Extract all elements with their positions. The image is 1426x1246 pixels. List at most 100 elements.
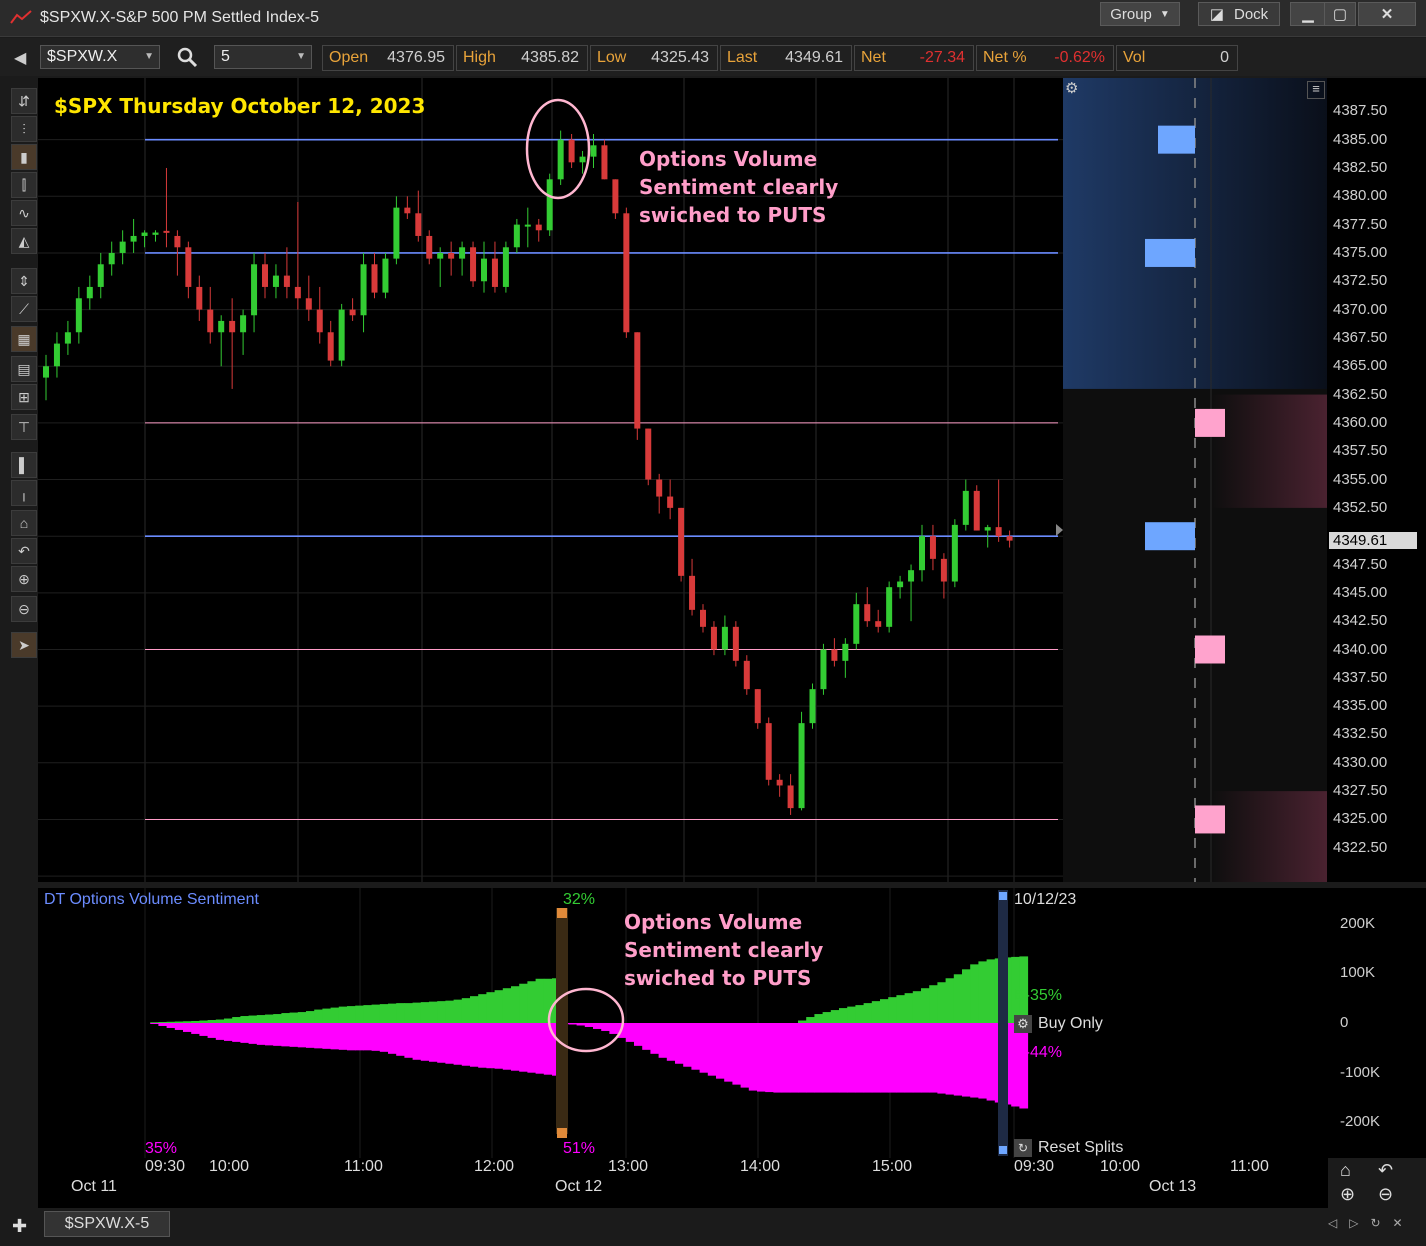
candle-body [776,779,783,786]
buy-bar [322,1008,332,1023]
close-icon[interactable]: ✕ [1358,2,1416,26]
zoom-out-icon[interactable]: ⊖ [1378,1184,1393,1205]
date-tick: Oct 12 [555,1178,603,1195]
chevron-down-icon[interactable]: ▼ [144,46,154,68]
zoom-in-icon[interactable]: ⊕ [1340,1184,1355,1205]
area-chart-icon[interactable]: ◭ [11,228,37,254]
buy-percent: B-35% [1014,987,1063,1004]
sell-bar [929,1023,938,1093]
buy-bar [519,983,528,1023]
sell-bar [765,1023,774,1093]
sell-bar [740,1023,750,1088]
sell-bar [773,1023,783,1093]
price-axis[interactable]: 4387.50 4385.00 4382.50 4380.00 4377.50 4375.… [1327,78,1426,882]
search-icon[interactable] [176,46,200,70]
sell-bar [781,1023,791,1093]
home-icon[interactable]: ⌂ [11,510,37,536]
volume-profile: ⚙ ≡ [1063,78,1327,882]
price-line-icon[interactable]: ⊤ [11,414,37,440]
cursor-crosshair-icon[interactable]: ⇵ [11,88,37,114]
sell-bar [593,1023,602,1029]
dock-button[interactable]: ◪ Dock [1198,2,1280,26]
price-tick: 4357.50 [1333,442,1388,460]
symbol-input[interactable]: $SPXW.X ▼ [40,45,160,69]
gear-icon[interactable]: ⚙ [1065,81,1081,97]
sell-bar [527,1023,537,1073]
sell-bar [699,1023,709,1073]
candle-body [305,298,312,310]
home-icon[interactable]: ⌂ [1340,1160,1351,1181]
table-icon[interactable]: ▤ [11,356,37,382]
undo-icon[interactable]: ↶ [11,538,37,564]
quote-label: Last [727,49,758,66]
minimize-icon[interactable]: ▁ [1290,2,1326,26]
indicator-icon[interactable]: ⇕ [11,268,37,294]
buy-only-toggle[interactable]: ⚙ Buy Only [1014,1015,1103,1033]
group-button[interactable]: Group ▼ [1100,2,1180,26]
grid-icon[interactable]: ▦ [11,326,37,352]
interval-select[interactable]: 5 ▼ [214,45,312,69]
profile-block-buy [1145,522,1195,551]
zoom-in-icon[interactable]: ⊕ [11,566,37,592]
sell-bar [888,1023,897,1093]
undo-icon[interactable]: ↶ [1378,1160,1393,1181]
chart-heading: $SPX Thursday October 12, 2023 [54,94,426,118]
candlestick-icon[interactable]: ▮ [11,144,37,170]
chart-tab[interactable]: $SPXW.X-5 [44,1211,170,1237]
buy-bar [420,1002,430,1023]
tab-nav-icons[interactable]: ◁▷↻✕ [1328,1216,1415,1230]
time-tick: 10:00 [209,1158,250,1175]
candle-body [163,230,170,233]
bar-style-icon[interactable]: ⫶ [11,116,37,142]
buy-bar [273,1014,282,1023]
reset-splits-button[interactable]: ↻ Reset Splits [1014,1139,1123,1157]
sentiment-tick: -100K [1340,1063,1381,1081]
maximize-icon[interactable]: ▢ [1324,2,1356,26]
price-chart[interactable]: $SPX Thursday October 12, 2023 Options V… [38,78,1063,882]
buy-bar [486,992,496,1023]
chevron-down-icon[interactable]: ▼ [296,46,306,68]
candle-body [481,258,487,282]
candle-body [75,298,82,333]
candle-body [623,213,630,333]
candle-body [897,581,904,588]
candle-body [973,490,980,531]
time-axis[interactable]: 09:30 10:00 11:00 12:00 13:00 14:00 15:00 09:30… [38,1158,1328,1208]
menu-icon[interactable]: ≡ [1307,81,1325,99]
quote-label: Low [597,49,627,66]
buy-bar [248,1015,258,1023]
annotation-line: Sentiment clearly [639,175,839,199]
sell-bar [912,1023,922,1093]
buy-bar [191,1021,200,1023]
buy-bar [535,978,545,1023]
pointer-icon[interactable]: ➤ [11,632,37,658]
sell-bar [183,1023,192,1032]
candle-body [535,224,542,231]
candle-body [929,536,936,559]
add-tab-icon[interactable]: ✚ [12,1216,27,1237]
back-arrow-icon[interactable]: ◀ [14,48,26,68]
layout-icon[interactable]: ⊞ [11,384,37,410]
candlestick-plot[interactable] [38,78,1063,882]
sell-bar [289,1023,299,1047]
zoom-out-icon[interactable]: ⊖ [11,596,37,622]
quote-value: 0 [1220,49,1229,66]
buy-bar [437,1001,446,1023]
candle-body [721,626,728,650]
sell-bar [199,1023,209,1036]
sentiment-panel[interactable]: DT Options Volume Sentiment 10/12/23 32%… [38,888,1328,1158]
ohlc-icon[interactable]: ⫿ [11,172,37,198]
sell-bar [429,1023,438,1062]
window-title: $SPXW.X-S&P 500 PM Settled Index-5 [40,9,319,26]
sell-bar [691,1023,701,1070]
split-handle [557,1128,567,1138]
candle-body [732,626,739,661]
candle-body [524,224,531,227]
sell-zone [1211,394,1327,508]
price-tick: 4342.50 [1333,612,1388,630]
trendline-icon[interactable]: ⟋ [11,296,37,322]
small-bar-icon[interactable]: ╷ [11,480,37,506]
line-chart-icon[interactable]: ∿ [11,200,37,226]
sell-bar [224,1023,233,1041]
volume-icon[interactable]: ▌ [11,452,37,478]
